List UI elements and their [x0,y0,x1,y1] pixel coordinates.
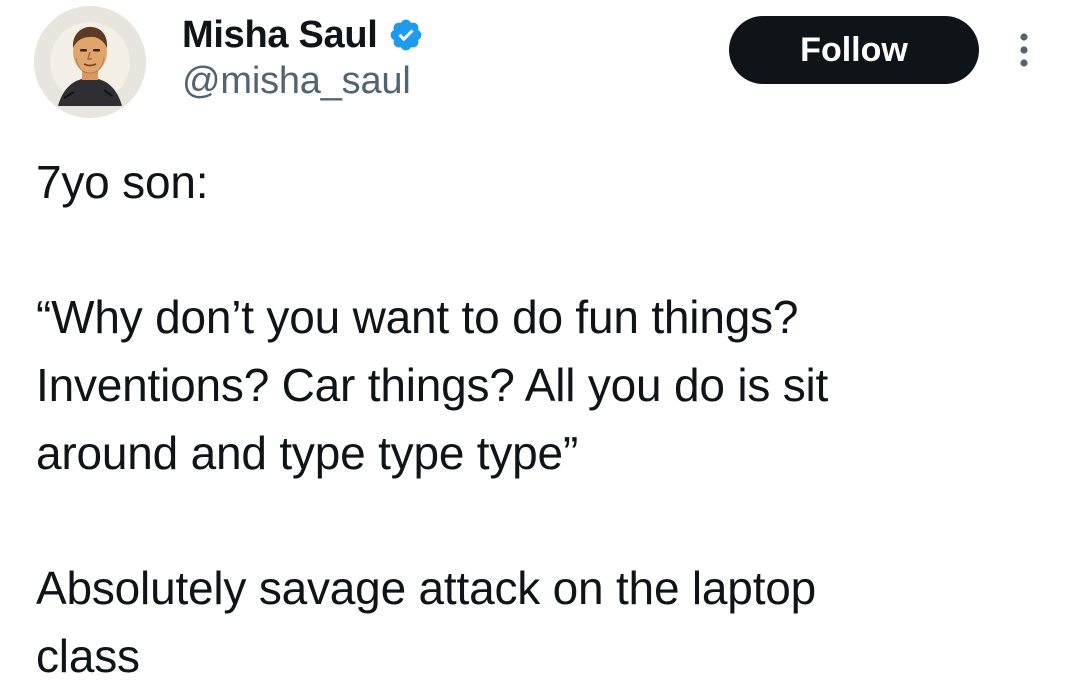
paragraph-break [36,216,1046,283]
author-name-row: Misha Saul [182,10,424,60]
tweet-line: Absolutely savage attack on the laptop [36,562,817,614]
avatar-image [34,6,146,118]
paragraph-break [36,487,1046,554]
more-vertical-icon [1020,33,1028,67]
tweet-line: around and type type type” [36,427,579,479]
avatar[interactable] [34,6,146,118]
tweet-line: 7yo son: [36,156,209,208]
tweet-line: “Why don’t you want to do fun things? [36,291,799,343]
verified-badge-icon[interactable] [388,17,424,53]
author-handle[interactable]: @misha_saul [182,60,411,103]
tweet-line: Inventions? Car things? All you do is si… [36,359,829,411]
follow-button[interactable]: Follow [729,16,979,84]
author-display-name[interactable]: Misha Saul [182,14,378,57]
tweet-text: 7yo son: “Why don’t you want to do fun t… [36,148,1046,690]
more-options-button[interactable] [1008,28,1040,72]
